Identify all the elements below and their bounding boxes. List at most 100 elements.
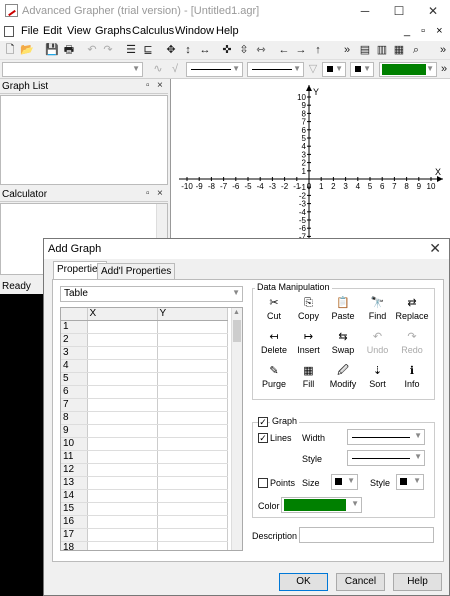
menu-file[interactable]: File [21, 25, 39, 37]
menu-window[interactable]: Window [175, 25, 214, 37]
horizontal-move-icon[interactable]: ↔ [198, 42, 212, 58]
info-button[interactable]: ℹ Info [395, 364, 429, 389]
scroll-up-icon[interactable]: ▲ [233, 309, 240, 316]
row-header[interactable]: 18 [61, 541, 88, 550]
row-header[interactable]: 4 [61, 359, 88, 374]
cell-x[interactable] [87, 463, 158, 478]
row-header[interactable]: 3 [61, 346, 88, 361]
cell-y[interactable] [157, 450, 228, 465]
row-header[interactable]: 6 [61, 385, 88, 400]
arrow-left-icon[interactable]: ← [277, 42, 291, 58]
purge-button[interactable]: ✎ Purge [257, 364, 291, 389]
table-scrollbar[interactable]: ▲ [231, 308, 242, 550]
color-combo[interactable]: ▼ [379, 62, 437, 77]
cell-y[interactable] [157, 333, 228, 348]
help-button[interactable]: Help [393, 573, 442, 591]
minimize-button[interactable]: ─ [348, 0, 382, 22]
column-header-y[interactable]: Y [157, 308, 228, 322]
restore-icon[interactable]: ▫ [146, 80, 150, 91]
toolbar2-more-icon[interactable]: » [437, 61, 450, 77]
copy-button[interactable]: ⎘ Copy [292, 296, 326, 321]
tab-addl-properties[interactable]: Add'l Properties [97, 263, 176, 279]
cell-x[interactable] [87, 398, 158, 413]
table-row[interactable]: 1 [61, 320, 228, 335]
table-row[interactable]: 4 [61, 359, 228, 374]
graph-list-icon[interactable]: ☰ [124, 42, 138, 58]
row-header[interactable]: 1 [61, 320, 88, 335]
zoom-vertical-icon[interactable]: ⇳ [237, 42, 251, 58]
move-icon[interactable]: ✥ [164, 42, 178, 58]
cut-button[interactable]: ✂ Cut [257, 296, 291, 321]
table-row[interactable]: 8 [61, 411, 228, 426]
table-icon[interactable]: ⊑ [141, 42, 155, 58]
zoom-horizontal-icon[interactable]: ⇿ [254, 42, 268, 58]
table-row[interactable]: 5 [61, 372, 228, 387]
cell-x[interactable] [87, 541, 158, 550]
cell-x[interactable] [87, 359, 158, 374]
data-table[interactable]: X Y 1 2 3 4 5 6 7 8 9 10 11 12 13 14 15 16 17 18 ▲ [60, 307, 243, 551]
line-width-select[interactable]: ▼ [347, 429, 425, 445]
calc-close-icon[interactable]: × [157, 188, 163, 199]
table-row[interactable]: 17 [61, 528, 228, 543]
curve-icon[interactable]: ∿ [151, 61, 165, 77]
row-header[interactable]: 11 [61, 450, 88, 465]
cancel-button[interactable]: Cancel [336, 573, 385, 591]
print-icon[interactable]: 🖶 [62, 42, 76, 58]
column-header-x[interactable]: X [87, 308, 158, 322]
row-header[interactable]: 13 [61, 476, 88, 491]
table-row[interactable]: 2 [61, 333, 228, 348]
close-button[interactable]: ✕ [416, 0, 450, 22]
sheet-icon[interactable]: ▥ [375, 42, 389, 58]
cell-y[interactable] [157, 346, 228, 361]
modify-button[interactable]: 🖉 Modify [326, 364, 360, 389]
menu-view[interactable]: View [67, 25, 91, 37]
row-header[interactable]: 12 [61, 463, 88, 478]
cell-y[interactable] [157, 437, 228, 452]
cell-x[interactable] [87, 346, 158, 361]
cell-y[interactable] [157, 463, 228, 478]
point-size-combo[interactable]: ▼ [322, 62, 346, 77]
paste-button[interactable]: 📋 Paste [326, 296, 360, 321]
font-combo[interactable]: ▼ [2, 62, 143, 77]
maximize-button[interactable]: ☐ [382, 0, 416, 22]
cell-y[interactable] [157, 372, 228, 387]
table-row[interactable]: 15 [61, 502, 228, 517]
graph-checkbox[interactable]: ✓ [258, 417, 268, 427]
menu-help[interactable]: Help [216, 25, 239, 37]
find-graph-icon[interactable]: ⌕ [409, 42, 423, 58]
row-header[interactable]: 16 [61, 515, 88, 530]
document-icon[interactable] [4, 26, 14, 37]
fill-button[interactable]: ▦ Fill [292, 364, 326, 389]
line-style-combo[interactable]: ▼ [247, 62, 304, 77]
table-row[interactable]: 12 [61, 463, 228, 478]
row-header[interactable]: 15 [61, 502, 88, 517]
cell-y[interactable] [157, 411, 228, 426]
replace-button[interactable]: ⇄ Replace [395, 296, 429, 321]
delete-button[interactable]: ↤ Delete [257, 330, 291, 355]
zoom-in-icon[interactable]: ✜ [220, 42, 234, 58]
point-style-combo[interactable]: ▼ [350, 62, 374, 77]
cell-x[interactable] [87, 333, 158, 348]
new-icon[interactable]: 🗋 [3, 42, 17, 58]
graph-list-panel[interactable] [0, 95, 168, 185]
table-row[interactable]: 11 [61, 450, 228, 465]
close-icon[interactable]: × [157, 80, 163, 91]
cell-y[interactable] [157, 385, 228, 400]
table-row[interactable]: 14 [61, 489, 228, 504]
vertical-move-icon[interactable]: ↕ [181, 42, 195, 58]
row-header[interactable]: 9 [61, 424, 88, 439]
graph-type-select[interactable]: Table ▼ [60, 286, 243, 302]
vee-icon[interactable]: √ [168, 61, 182, 77]
lines-checkbox[interactable]: ✓ [258, 433, 268, 443]
table-row[interactable]: 10 [61, 437, 228, 452]
cell-y[interactable] [157, 502, 228, 517]
row-header[interactable]: 5 [61, 372, 88, 387]
cell-y[interactable] [157, 541, 228, 550]
calculator-icon[interactable]: ▤ [358, 42, 372, 58]
line-style-select[interactable]: ▼ [347, 450, 425, 466]
scroll-thumb[interactable] [233, 320, 241, 342]
point-style-select[interactable]: ▼ [396, 474, 424, 490]
open-icon[interactable]: 📂 [20, 42, 34, 58]
row-header[interactable]: 7 [61, 398, 88, 413]
mdi-controls[interactable]: _ ▫ × [404, 25, 447, 37]
